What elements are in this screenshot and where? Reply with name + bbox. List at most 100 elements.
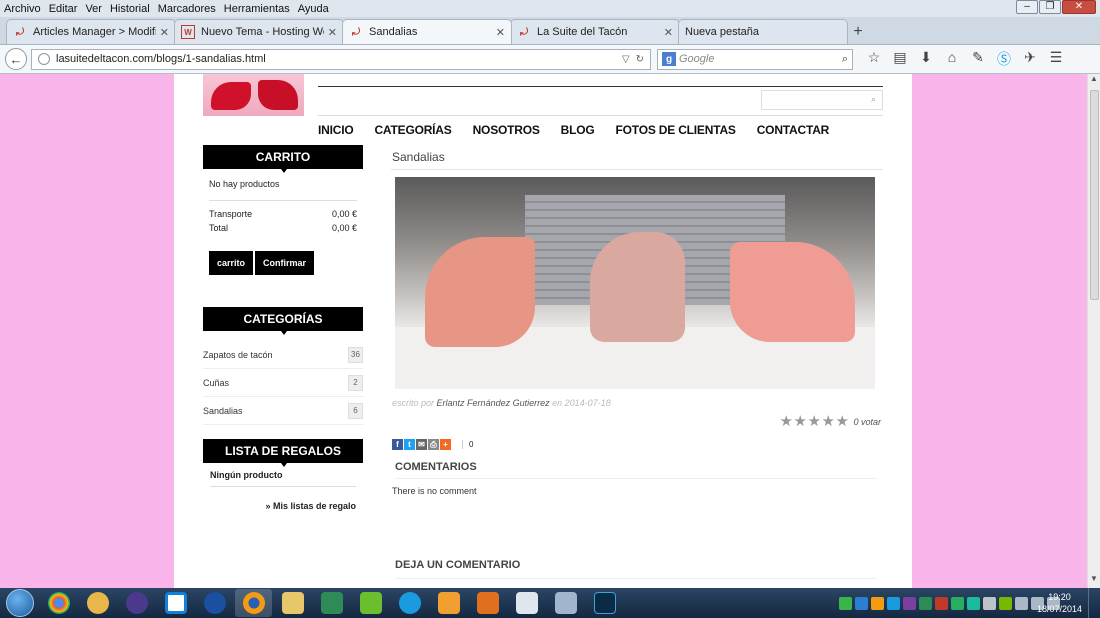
- close-icon[interactable]: ✕: [664, 26, 673, 39]
- tray-icon[interactable]: [855, 596, 868, 610]
- tab-nueva-pestana[interactable]: Nueva pestaña: [678, 19, 848, 44]
- tray-icon[interactable]: [871, 596, 884, 610]
- tab-articles-manager[interactable]: ⤾ Articles Manager > Modifi... ✕: [6, 19, 176, 44]
- maximize-icon[interactable]: ❐: [1039, 0, 1061, 14]
- nav-nosotros[interactable]: NOSOTROS: [473, 123, 540, 137]
- taskbar-app-window[interactable]: [508, 589, 545, 617]
- star-icon[interactable]: ★: [821, 414, 834, 429]
- email-icon[interactable]: ✉: [416, 439, 427, 450]
- vertical-scrollbar[interactable]: ▲ ▼: [1087, 74, 1100, 588]
- tray-icon[interactable]: [951, 596, 964, 610]
- nav-inicio[interactable]: INICIO: [318, 123, 354, 137]
- search-icon[interactable]: ⌕: [842, 53, 848, 66]
- taskbar-app-skype[interactable]: [391, 589, 428, 617]
- scroll-up-icon[interactable]: ▲: [1088, 74, 1100, 88]
- taskbar-app-chrome[interactable]: [40, 589, 77, 617]
- gift-list-heading[interactable]: LISTA DE REGALOS: [203, 439, 363, 467]
- nav-categorias[interactable]: CATEGORÍAS: [374, 123, 451, 137]
- tray-icon[interactable]: [983, 596, 996, 610]
- close-icon[interactable]: ✕: [496, 26, 505, 39]
- menu-editar[interactable]: Editar: [49, 3, 78, 15]
- menu-icon[interactable]: ☰: [1043, 49, 1069, 69]
- star-icon[interactable]: ★: [835, 414, 848, 429]
- facebook-icon[interactable]: f: [392, 439, 403, 450]
- menu-ayuda[interactable]: Ayuda: [298, 3, 329, 15]
- search-input[interactable]: g Google ⌕: [657, 48, 853, 70]
- menu-historial[interactable]: Historial: [110, 3, 150, 15]
- dropdown-icon[interactable]: ▽: [622, 54, 630, 65]
- close-icon[interactable]: ✕: [1062, 0, 1096, 14]
- category-item[interactable]: Cuñas 2: [203, 369, 363, 397]
- tray-icon[interactable]: [887, 596, 900, 610]
- taskbar-app-dropbox[interactable]: [157, 589, 194, 617]
- tray-icon[interactable]: [967, 596, 980, 610]
- search-icon[interactable]: ⌕: [871, 94, 876, 105]
- category-item[interactable]: Sandalias 6: [203, 397, 363, 425]
- taskbar-app-utorrent[interactable]: [352, 589, 389, 617]
- new-tab-button[interactable]: +: [846, 19, 870, 44]
- addon-icon[interactable]: ✈: [1017, 49, 1043, 69]
- tab-sandalias[interactable]: ⤾ Sandalias ✕: [342, 19, 512, 44]
- download-icon[interactable]: ⬇: [913, 49, 939, 69]
- category-label[interactable]: Sandalias: [203, 406, 243, 416]
- minimize-icon[interactable]: –: [1016, 0, 1038, 14]
- site-logo[interactable]: [203, 74, 304, 116]
- more-share-icon[interactable]: +: [440, 439, 451, 450]
- nav-fotos-clientas[interactable]: FOTOS DE CLIENTAS: [616, 123, 736, 137]
- taskbar-app-remote[interactable]: [547, 589, 584, 617]
- cart-heading[interactable]: CARRITO: [203, 145, 363, 173]
- scroll-thumb[interactable]: [1090, 90, 1099, 300]
- print-icon[interactable]: ⎙: [428, 439, 439, 450]
- categories-heading[interactable]: CATEGORÍAS: [203, 307, 363, 335]
- bookmarks-list-icon[interactable]: ▤: [887, 49, 913, 69]
- nvidia-icon[interactable]: [999, 596, 1012, 610]
- taskbar-app-outlook[interactable]: [469, 589, 506, 617]
- menu-herramientas[interactable]: Herramientas: [224, 3, 290, 15]
- menu-ver[interactable]: Ver: [85, 3, 102, 15]
- category-label[interactable]: Zapatos de tacón: [203, 350, 273, 360]
- reload-icon[interactable]: ↻: [636, 54, 644, 65]
- tray-icon[interactable]: [935, 596, 948, 610]
- twitter-icon[interactable]: t: [404, 439, 415, 450]
- post-author[interactable]: Erlantz Fernández Gutierrez: [437, 398, 550, 408]
- taskbar-app-eclipse[interactable]: [118, 589, 155, 617]
- star-icon[interactable]: ★: [807, 414, 820, 429]
- site-search-input[interactable]: ⌕: [761, 90, 883, 110]
- bookmark-star-icon[interactable]: ☆: [861, 49, 887, 69]
- tab-la-suite[interactable]: ⤾ La Suite del Tacón ✕: [510, 19, 680, 44]
- tab-nuevo-tema[interactable]: W Nuevo Tema - Hosting Wo... ✕: [174, 19, 344, 44]
- taskbar-app-firefox[interactable]: [235, 589, 272, 617]
- back-icon[interactable]: ←: [5, 48, 27, 70]
- close-icon[interactable]: ✕: [160, 26, 169, 39]
- close-icon[interactable]: ✕: [328, 26, 337, 39]
- tray-icon[interactable]: [903, 596, 916, 610]
- start-button[interactable]: [0, 588, 40, 618]
- nav-contactar[interactable]: CONTACTAR: [757, 123, 830, 137]
- home-icon[interactable]: ⌂: [939, 49, 965, 69]
- scroll-down-icon[interactable]: ▼: [1088, 574, 1100, 588]
- tray-icon[interactable]: [919, 596, 932, 610]
- confirm-button[interactable]: Confirmar: [255, 251, 315, 275]
- taskbar-app-explorer[interactable]: [274, 589, 311, 617]
- tray-icon[interactable]: [839, 596, 852, 610]
- category-label[interactable]: Cuñas: [203, 378, 229, 388]
- cart-button[interactable]: carrito: [209, 251, 254, 275]
- star-icon[interactable]: ★: [779, 414, 792, 429]
- menu-marcadores[interactable]: Marcadores: [158, 3, 216, 15]
- taskbar-app-photoshop[interactable]: [586, 589, 623, 617]
- skype-icon[interactable]: Ⓢ: [991, 49, 1017, 69]
- address-bar[interactable]: lasuitedeltacon.com/blogs/1-sandalias.ht…: [31, 48, 651, 70]
- tools-icon[interactable]: ✎: [965, 49, 991, 69]
- my-gift-lists-link[interactable]: » Mis listas de regalo: [210, 501, 356, 511]
- star-icon[interactable]: ★: [793, 414, 806, 429]
- menu-archivo[interactable]: Archivo: [4, 3, 41, 15]
- clock[interactable]: 19:20 18/07/2014: [1037, 591, 1082, 615]
- show-desktop-button[interactable]: [1088, 588, 1100, 618]
- taskbar-app-media[interactable]: [430, 589, 467, 617]
- taskbar-app-paint[interactable]: [79, 589, 116, 617]
- signal-icon[interactable]: [1015, 596, 1028, 610]
- taskbar-app-filezilla[interactable]: [313, 589, 350, 617]
- nav-blog[interactable]: BLOG: [561, 123, 595, 137]
- category-item[interactable]: Zapatos de tacón 36: [203, 341, 363, 369]
- taskbar-app-power[interactable]: [196, 589, 233, 617]
